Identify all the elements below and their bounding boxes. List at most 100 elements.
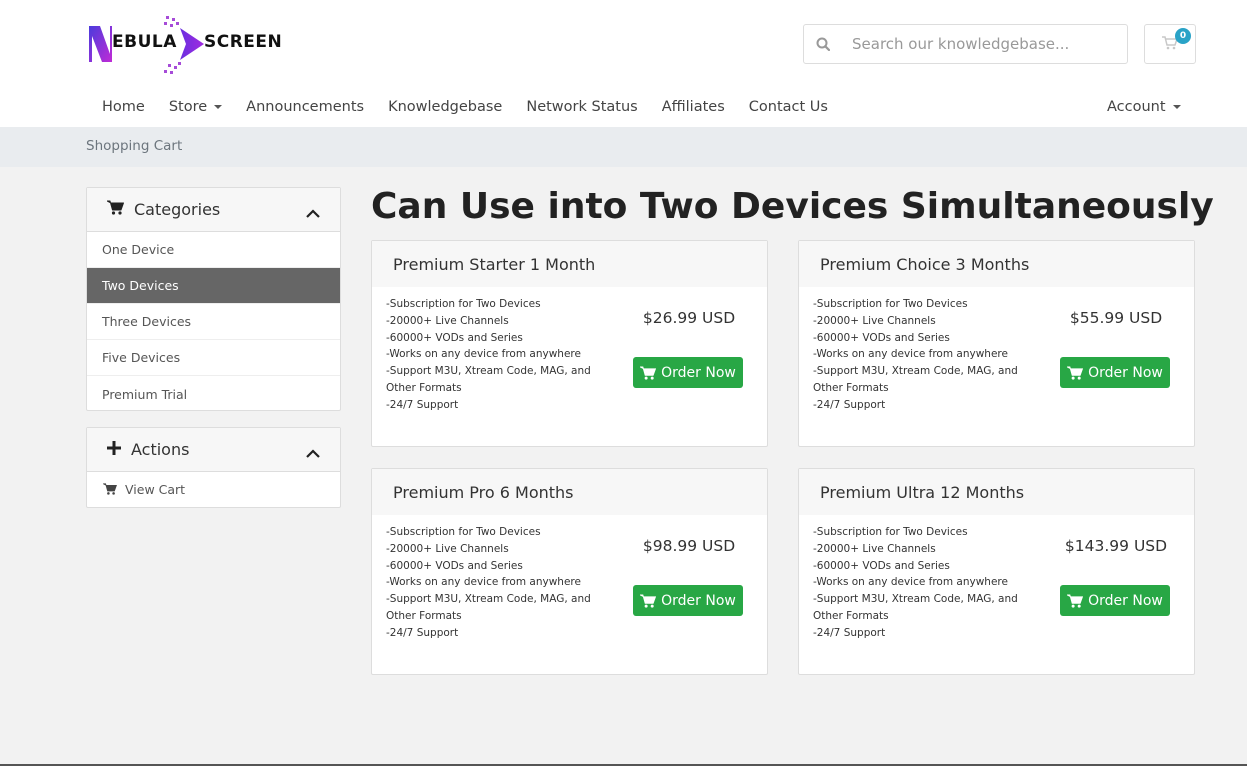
feature-line: -Works on any device from anywhere [813, 576, 1008, 589]
search-input[interactable] [842, 26, 1122, 62]
categories-title: Categories [134, 200, 221, 219]
feature-line: -Subscription for Two Devices [386, 526, 541, 538]
categories-panel: Categories One Device Two Devices Three … [86, 187, 341, 411]
feature-line: -Support M3U, Xtream Code, MAG, and Othe… [386, 365, 591, 394]
feature-line: -60000+ VODs and Series [386, 331, 523, 344]
nav-account-label: Account [1107, 99, 1166, 115]
feature-line: -Works on any device from anywhere [386, 576, 581, 589]
product-name: Premium Choice 3 Months [799, 241, 1194, 287]
feature-line: -24/7 Support [386, 626, 459, 639]
feature-line: -Works on any device from anywhere [386, 348, 581, 361]
category-two-devices[interactable]: Two Devices [87, 268, 340, 304]
category-one-device[interactable]: One Device [87, 232, 340, 268]
plus-icon [107, 440, 121, 459]
feature-line: -20000+ Live Channels [813, 314, 936, 327]
search-icon [804, 37, 842, 51]
chevron-up-icon[interactable] [306, 203, 320, 222]
product-card: Premium Ultra 12 Months -Subscription fo… [798, 468, 1195, 675]
nav-store-label: Store [168, 99, 208, 115]
cart-icon [640, 365, 657, 380]
product-price: $55.99 USD [1069, 309, 1163, 327]
nav-contact-us[interactable]: Contact Us [737, 99, 840, 115]
order-now-label: Order Now [661, 364, 736, 381]
product-features: -Subscription for Two Devices -20000+ Li… [813, 524, 1033, 642]
category-three-devices[interactable]: Three Devices [87, 304, 340, 340]
feature-line: -20000+ Live Channels [386, 542, 509, 555]
page-title: Can Use into Two Devices Simultaneously [371, 186, 1214, 227]
product-card: Premium Choice 3 Months -Subscription fo… [798, 240, 1195, 447]
product-features: -Subscription for Two Devices -20000+ Li… [386, 524, 606, 642]
nav-announcements[interactable]: Announcements [234, 99, 376, 115]
product-name: Premium Ultra 12 Months [799, 469, 1194, 515]
feature-line: -Subscription for Two Devices [813, 298, 968, 310]
product-name: Premium Pro 6 Months [372, 469, 767, 515]
cart-icon [103, 483, 117, 495]
main-nav: Home Store Announcements Knowledgebase N… [90, 92, 840, 122]
logo-mark: EBULA SCREEN [86, 14, 282, 74]
feature-line: -Subscription for Two Devices [386, 298, 541, 310]
nav-announcements-label: Announcements [246, 99, 365, 115]
breadcrumb-bar: Shopping Cart [0, 127, 1247, 167]
categories-panel-header[interactable]: Categories [87, 188, 340, 232]
search-box [803, 24, 1128, 64]
view-cart-label: View Cart [125, 481, 186, 497]
feature-line: -Works on any device from anywhere [813, 348, 1008, 361]
actions-panel-header[interactable]: Actions [87, 428, 340, 472]
logo[interactable]: EBULA SCREEN [86, 14, 282, 74]
product-card: Premium Starter 1 Month -Subscription fo… [371, 240, 768, 447]
feature-line: -24/7 Support [386, 398, 459, 411]
product-price: $26.99 USD [642, 309, 736, 327]
feature-line: -Support M3U, Xtream Code, MAG, and Othe… [813, 365, 1018, 394]
product-features: -Subscription for Two Devices -20000+ Li… [386, 296, 606, 414]
cart-icon [1067, 593, 1084, 608]
caret-down-icon [1172, 105, 1181, 109]
nav-contact-us-label: Contact Us [748, 99, 828, 115]
cart-icon [1067, 365, 1084, 380]
order-now-button[interactable]: Order Now [1060, 585, 1170, 616]
nav-home[interactable]: Home [90, 99, 157, 115]
logo-text-left: EBULA [112, 32, 177, 52]
nav-network-status[interactable]: Network Status [514, 99, 649, 115]
cart-icon [640, 593, 657, 608]
order-now-label: Order Now [1088, 364, 1163, 381]
feature-line: -20000+ Live Channels [386, 314, 509, 327]
feature-line: -20000+ Live Channels [813, 542, 936, 555]
cart-count-badge: 0 [1175, 28, 1191, 44]
order-now-label: Order Now [661, 592, 736, 609]
header: EBULA SCREEN 0 Home Store Announcements … [0, 0, 1247, 127]
nav-affiliates[interactable]: Affiliates [650, 99, 737, 115]
product-price: $143.99 USD [1064, 537, 1168, 555]
actions-title: Actions [131, 440, 190, 459]
nav-knowledgebase[interactable]: Knowledgebase [376, 99, 514, 115]
category-premium-trial[interactable]: Premium Trial [87, 376, 340, 412]
breadcrumb: Shopping Cart [86, 138, 183, 154]
order-now-button[interactable]: Order Now [633, 357, 743, 388]
product-price: $98.99 USD [642, 537, 736, 555]
caret-down-icon [214, 105, 223, 109]
product-features: -Subscription for Two Devices -20000+ Li… [813, 296, 1033, 414]
category-five-devices[interactable]: Five Devices [87, 340, 340, 376]
order-now-button[interactable]: Order Now [1060, 357, 1170, 388]
feature-line: -24/7 Support [813, 626, 886, 639]
nav-affiliates-label: Affiliates [661, 99, 725, 115]
product-card: Premium Pro 6 Months -Subscription for T… [371, 468, 768, 675]
feature-line: -Support M3U, Xtream Code, MAG, and Othe… [813, 593, 1018, 622]
nav-store[interactable]: Store [157, 99, 234, 115]
feature-line: -60000+ VODs and Series [813, 559, 950, 572]
chevron-up-icon[interactable] [306, 443, 320, 462]
nav-knowledgebase-label: Knowledgebase [388, 99, 503, 115]
logo-text-right: SCREEN [204, 32, 283, 52]
view-cart-link[interactable]: View Cart [87, 472, 340, 506]
product-name: Premium Starter 1 Month [372, 241, 767, 287]
cart-button[interactable]: 0 [1144, 24, 1196, 64]
actions-panel: Actions View Cart [86, 427, 341, 508]
feature-line: -Support M3U, Xtream Code, MAG, and Othe… [386, 593, 591, 622]
order-now-button[interactable]: Order Now [633, 585, 743, 616]
feature-line: -Subscription for Two Devices [813, 526, 968, 538]
feature-line: -60000+ VODs and Series [813, 331, 950, 344]
nav-home-label: Home [102, 99, 145, 115]
feature-line: -60000+ VODs and Series [386, 559, 523, 572]
cart-icon [106, 200, 124, 219]
nav-account[interactable]: Account [1095, 92, 1193, 122]
feature-line: -24/7 Support [813, 398, 886, 411]
